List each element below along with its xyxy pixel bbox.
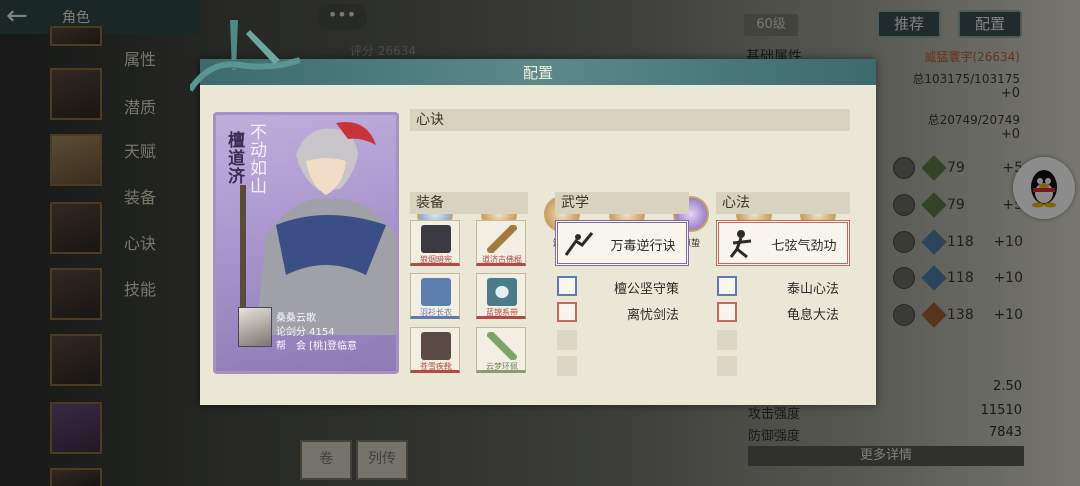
owner-info: 桑桑云歌 论剑分 4154 帮 会 [桃]登临意 bbox=[238, 307, 396, 359]
skill-icon bbox=[717, 276, 737, 296]
wuxue-sub-label: 离忧剑法 bbox=[626, 308, 679, 323]
equipment-label: 苍雪疾靴 bbox=[420, 362, 452, 371]
hero-portrait-card[interactable]: 檀道济 不动如山 桑桑云歌 论剑分 4154 帮 会 [桃]登临意 bbox=[213, 112, 399, 374]
xinfa-sub-slot[interactable]: 龟息大法 bbox=[717, 302, 847, 324]
martial-art-icon bbox=[562, 227, 598, 261]
empty-skill-slot[interactable] bbox=[717, 356, 737, 376]
hood-icon bbox=[421, 225, 451, 253]
empty-skill-slot[interactable] bbox=[717, 330, 737, 350]
section-header-equipment: 装备 bbox=[410, 192, 528, 214]
robe-icon bbox=[421, 278, 451, 306]
skill-icon bbox=[717, 302, 737, 322]
equipment-label: 云梦环佩 bbox=[486, 362, 518, 371]
wuxue-sub-slot[interactable]: 离忧剑法 bbox=[557, 302, 687, 324]
equipment-label: 蓝锦系带 bbox=[486, 308, 518, 317]
boots-icon bbox=[421, 332, 451, 360]
sword-decoration-icon bbox=[190, 20, 300, 92]
equipment-slot[interactable]: 云梦环佩 bbox=[476, 327, 526, 373]
dialog-header: 配置 bbox=[200, 59, 876, 85]
skill-icon bbox=[557, 302, 577, 322]
inner-art-icon bbox=[723, 227, 759, 261]
xinfa-sub-label: 龟息大法 bbox=[786, 308, 839, 323]
equipment-label: 羽衫长衣 bbox=[420, 308, 452, 317]
owner-name: 桑桑云歌 bbox=[276, 313, 316, 324]
dialog-title: 配置 bbox=[522, 64, 553, 82]
wuxue-main-slot[interactable]: 万毒逆行诀 bbox=[555, 220, 689, 266]
wuxue-sub-slot[interactable]: 檀公坚守策 bbox=[557, 276, 687, 298]
equipment-slot[interactable]: 羽衫长衣 bbox=[410, 273, 460, 319]
equipment-slot[interactable]: 苍雪疾靴 bbox=[410, 327, 460, 373]
equipment-slot[interactable]: 狼烟暗宪 bbox=[410, 220, 460, 266]
xinfa-sub-slot[interactable]: 泰山心法 bbox=[717, 276, 847, 298]
staff-icon bbox=[487, 225, 517, 253]
owner-guild: 帮 会 [桃]登临意 bbox=[276, 341, 357, 352]
wuxue-sub-label: 檀公坚守策 bbox=[613, 282, 679, 297]
equipment-label: 道济古佛棍 bbox=[482, 255, 522, 264]
avatar bbox=[238, 307, 272, 347]
section-header-xinjue: 心诀 bbox=[410, 109, 850, 131]
xinfa-main-label: 七弦气劲功 bbox=[771, 239, 837, 254]
skill-icon bbox=[557, 276, 577, 296]
empty-skill-slot[interactable] bbox=[557, 330, 577, 350]
equipment-label: 狼烟暗宪 bbox=[420, 255, 452, 264]
xinfa-sub-label: 泰山心法 bbox=[786, 282, 839, 297]
owner-score: 论剑分 4154 bbox=[276, 327, 335, 338]
pendant-icon bbox=[487, 332, 517, 360]
hero-motto: 不动如山 bbox=[246, 123, 266, 195]
wuxue-main-label: 万毒逆行诀 bbox=[610, 239, 676, 254]
section-header-wuxue: 武学 bbox=[555, 192, 689, 214]
belt-icon bbox=[487, 278, 517, 306]
xinfa-main-slot[interactable]: 七弦气劲功 bbox=[716, 220, 850, 266]
section-header-xinfa: 心法 bbox=[716, 192, 850, 214]
equipment-slot[interactable]: 道济古佛棍 bbox=[476, 220, 526, 266]
empty-skill-slot[interactable] bbox=[557, 356, 577, 376]
equipment-slot[interactable]: 蓝锦系带 bbox=[476, 273, 526, 319]
